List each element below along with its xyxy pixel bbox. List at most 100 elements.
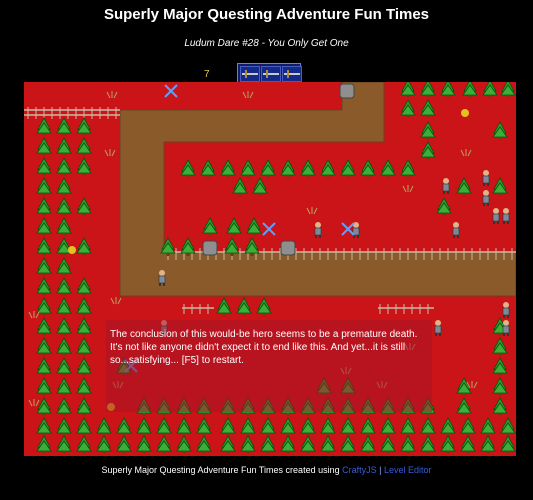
tree: [76, 357, 92, 376]
tree: [240, 417, 256, 436]
tree: [246, 217, 262, 236]
tree: [76, 117, 92, 136]
tree: [482, 82, 498, 98]
tree: [56, 435, 72, 454]
tree: [440, 417, 456, 436]
enemy-soldier: [492, 208, 500, 224]
tree: [76, 157, 92, 176]
tree: [36, 217, 52, 236]
tree: [56, 357, 72, 376]
tree: [420, 435, 436, 454]
tree: [136, 417, 152, 436]
death-message: The conclusion of this would-be hero see…: [110, 329, 418, 366]
tree: [156, 417, 172, 436]
tree: [400, 99, 416, 118]
tree: [216, 297, 232, 316]
tree: [56, 417, 72, 436]
tree: [480, 417, 496, 436]
tree: [202, 217, 218, 236]
tree: [36, 177, 52, 196]
tree: [360, 435, 376, 454]
tree: [492, 121, 508, 140]
tree: [56, 237, 72, 256]
tree: [56, 157, 72, 176]
tree: [180, 237, 196, 256]
tree: [236, 297, 252, 316]
tree: [456, 397, 472, 416]
enemy-soldier: [434, 320, 442, 336]
tree: [260, 435, 276, 454]
tree: [492, 377, 508, 396]
tree: [240, 435, 256, 454]
tree: [492, 397, 508, 416]
tree: [36, 337, 52, 356]
tree: [440, 82, 456, 98]
tree: [340, 417, 356, 436]
tree: [220, 417, 236, 436]
tree: [360, 417, 376, 436]
tree: [320, 159, 336, 178]
tree: [400, 435, 416, 454]
tree: [36, 317, 52, 336]
tree: [116, 435, 132, 454]
tree: [500, 82, 516, 98]
tree: [400, 82, 416, 98]
tree: [500, 435, 516, 454]
tree: [500, 417, 516, 436]
tree: [36, 377, 52, 396]
tree: [400, 159, 416, 178]
tree: [76, 297, 92, 316]
tree: [96, 435, 112, 454]
tree: [340, 159, 356, 178]
footer-separator: |: [379, 465, 382, 475]
tree: [300, 159, 316, 178]
footer: Superly Major Questing Adventure Fun Tim…: [0, 465, 533, 475]
tree: [136, 435, 152, 454]
tree: [360, 159, 376, 178]
tree: [56, 137, 72, 156]
enemy-soldier: [482, 170, 490, 186]
tree: [56, 297, 72, 316]
tree: [456, 177, 472, 196]
inventory-slot[interactable]: [282, 66, 302, 82]
tree: [232, 177, 248, 196]
tree: [56, 397, 72, 416]
tree: [156, 435, 172, 454]
inventory-slot[interactable]: [240, 66, 260, 82]
tree: [36, 137, 52, 156]
tree: [36, 157, 52, 176]
level-editor-link[interactable]: Level Editor: [384, 465, 432, 475]
tree: [420, 417, 436, 436]
tree: [436, 197, 452, 216]
tree: [456, 377, 472, 396]
tree: [440, 435, 456, 454]
tree: [244, 237, 260, 256]
tree: [76, 435, 92, 454]
enemy-soldier: [502, 208, 510, 224]
tree: [420, 99, 436, 118]
enemy-soldier: [452, 222, 460, 238]
tree: [36, 357, 52, 376]
inventory-slot[interactable]: [261, 66, 281, 82]
tree: [196, 435, 212, 454]
tree: [36, 237, 52, 256]
tree: [56, 177, 72, 196]
tree: [76, 237, 92, 256]
tree: [56, 117, 72, 136]
sword-icon: [242, 70, 258, 78]
tree: [76, 197, 92, 216]
tree: [36, 417, 52, 436]
tree: [492, 337, 508, 356]
page-title: Superly Major Questing Adventure Fun Tim…: [103, 6, 430, 23]
craftyjs-link[interactable]: CraftyJS: [342, 465, 377, 475]
tree: [176, 435, 192, 454]
tree: [36, 197, 52, 216]
tree: [224, 237, 240, 256]
tree: [56, 317, 72, 336]
tree: [400, 417, 416, 436]
tree: [220, 435, 236, 454]
tree: [280, 435, 296, 454]
tree: [56, 197, 72, 216]
tree: [280, 417, 296, 436]
sword-icon: [263, 70, 279, 78]
